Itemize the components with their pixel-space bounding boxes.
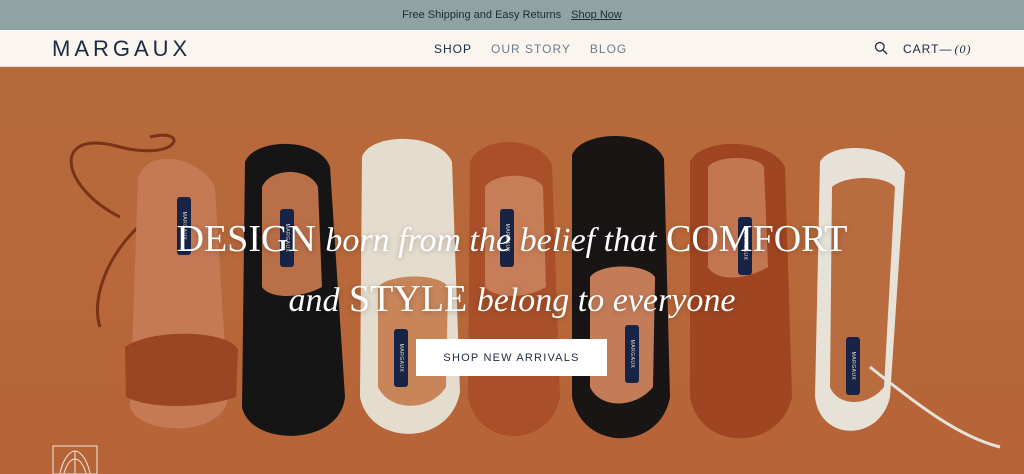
shoe-label-tag: MARGAUX: [394, 329, 408, 387]
shoe-label-tag: MARGAUX: [846, 337, 860, 395]
cart-count: (0): [954, 42, 972, 56]
hero-phrase-born: born from the belief that: [325, 222, 657, 259]
nav-menu: SHOP OUR STORY BLOG: [434, 42, 627, 56]
cart-button[interactable]: CART— (0): [903, 42, 971, 57]
hero-phrase-belong: belong to everyone: [476, 282, 736, 319]
nav-item-shop[interactable]: SHOP: [434, 42, 472, 56]
shop-now-link[interactable]: Shop Now: [571, 9, 622, 21]
hero-word-and: and: [288, 282, 340, 319]
announcement-bar: Free Shipping and Easy Returns Shop Now: [0, 0, 1024, 30]
brand-emblem-icon: [52, 445, 98, 474]
hero-headline: DESIGN born from the belief that COMFORT…: [0, 210, 1024, 330]
announcement-text: Free Shipping and Easy Returns: [402, 9, 562, 21]
cart-label: CART—: [903, 42, 953, 56]
search-icon[interactable]: [874, 41, 888, 55]
hero-word-comfort: COMFORT: [666, 218, 848, 260]
brand-logo[interactable]: MARGAUX: [52, 36, 191, 62]
hero-banner: MARGAUX MARGAUX MARGAUX MARGAUX MARGAUX …: [0, 67, 1024, 474]
hero-word-design: DESIGN: [176, 218, 316, 260]
shoe-label-tag: MARGAUX: [625, 325, 639, 383]
hero-word-style: STYLE: [349, 278, 468, 320]
hero-headline-line-1: DESIGN born from the belief that COMFORT: [0, 210, 1024, 270]
main-navigation: MARGAUX SHOP OUR STORY BLOG CART— (0): [0, 30, 1024, 67]
nav-item-our-story[interactable]: OUR STORY: [491, 42, 571, 56]
hero-headline-line-2: and STYLE belong to everyone: [0, 270, 1024, 330]
shop-new-arrivals-button[interactable]: SHOP NEW ARRIVALS: [416, 339, 607, 376]
nav-item-blog[interactable]: BLOG: [590, 42, 627, 56]
